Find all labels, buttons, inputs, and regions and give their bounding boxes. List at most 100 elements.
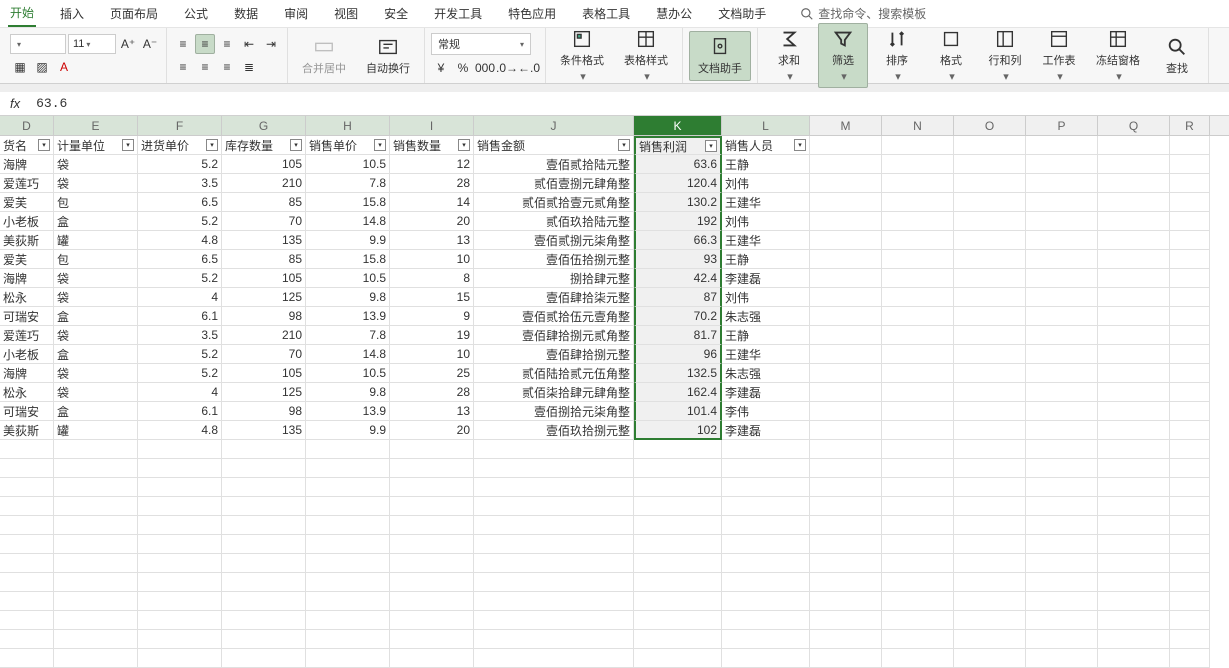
- cell-empty[interactable]: [222, 440, 306, 459]
- cell[interactable]: [1026, 383, 1098, 402]
- cell[interactable]: 壹佰贰拾伍元壹角整: [474, 307, 634, 326]
- cell[interactable]: [1026, 269, 1098, 288]
- cell[interactable]: [954, 231, 1026, 250]
- cell[interactable]: 包: [54, 250, 138, 269]
- cell[interactable]: [810, 174, 882, 193]
- cell[interactable]: 20: [390, 212, 474, 231]
- header-cell-D[interactable]: 货名▾: [0, 136, 54, 155]
- spreadsheet-grid[interactable]: 货名▾计量单位▾进货单价▾库存数量▾销售单价▾销售数量▾销售金额▾销售利润▾销售…: [0, 136, 1229, 668]
- cell[interactable]: 101.4: [634, 402, 722, 421]
- column-header-E[interactable]: E: [54, 116, 138, 135]
- cell[interactable]: 爱莲巧: [0, 174, 54, 193]
- cell-empty[interactable]: [306, 516, 390, 535]
- cell[interactable]: 王静: [722, 250, 810, 269]
- cell[interactable]: 4: [138, 288, 222, 307]
- cell[interactable]: 10: [390, 250, 474, 269]
- cell[interactable]: 6.5: [138, 193, 222, 212]
- cell[interactable]: 9.9: [306, 231, 390, 250]
- cell-empty[interactable]: [1098, 611, 1170, 630]
- cell[interactable]: 小老板: [0, 345, 54, 364]
- cell-empty[interactable]: [138, 478, 222, 497]
- freeze-button[interactable]: 冻结窗格▾: [1088, 24, 1148, 87]
- cell-empty[interactable]: [390, 611, 474, 630]
- cell-empty[interactable]: [1098, 554, 1170, 573]
- cell-empty[interactable]: [474, 535, 634, 554]
- cell-empty[interactable]: [54, 478, 138, 497]
- cell[interactable]: 美荻斯: [0, 231, 54, 250]
- cell[interactable]: 5.2: [138, 212, 222, 231]
- cell-empty[interactable]: [0, 611, 54, 630]
- cell[interactable]: 5.2: [138, 269, 222, 288]
- cell-empty[interactable]: [954, 497, 1026, 516]
- cell-empty[interactable]: [722, 516, 810, 535]
- cell[interactable]: [1098, 212, 1170, 231]
- cell[interactable]: [810, 364, 882, 383]
- header-cell-J[interactable]: 销售金额▾: [474, 136, 634, 155]
- cell[interactable]: 87: [634, 288, 722, 307]
- align-top-icon[interactable]: ≡: [173, 34, 193, 54]
- cell[interactable]: 刘伟: [722, 212, 810, 231]
- cell[interactable]: 李建磊: [722, 269, 810, 288]
- cell-empty[interactable]: [1170, 497, 1210, 516]
- cell[interactable]: 105: [222, 269, 306, 288]
- cell[interactable]: [1026, 250, 1098, 269]
- cell[interactable]: [1170, 326, 1210, 345]
- cell[interactable]: 102: [634, 421, 722, 440]
- cell[interactable]: [810, 421, 882, 440]
- cell[interactable]: 10: [390, 345, 474, 364]
- cell[interactable]: 壹佰玖拾捌元整: [474, 421, 634, 440]
- cell[interactable]: 王建华: [722, 345, 810, 364]
- cell[interactable]: [1098, 193, 1170, 212]
- header-cell-H[interactable]: 销售单价▾: [306, 136, 390, 155]
- tab-view[interactable]: 视图: [332, 1, 360, 26]
- cell[interactable]: [882, 421, 954, 440]
- cell-empty[interactable]: [390, 516, 474, 535]
- cell[interactable]: 美荻斯: [0, 421, 54, 440]
- decrease-font-icon[interactable]: A⁻: [140, 34, 160, 54]
- cell-empty[interactable]: [138, 497, 222, 516]
- cell[interactable]: [1170, 288, 1210, 307]
- cell-empty[interactable]: [138, 440, 222, 459]
- cell[interactable]: 192: [634, 212, 722, 231]
- cell[interactable]: 7.8: [306, 326, 390, 345]
- cell-empty[interactable]: [634, 478, 722, 497]
- cell-empty[interactable]: [634, 440, 722, 459]
- cell[interactable]: 刘伟: [722, 288, 810, 307]
- cell-empty[interactable]: [222, 535, 306, 554]
- cell-empty[interactable]: [0, 535, 54, 554]
- cell-empty[interactable]: [1026, 497, 1098, 516]
- cell[interactable]: 4: [138, 383, 222, 402]
- cell[interactable]: 135: [222, 231, 306, 250]
- cell[interactable]: [1098, 231, 1170, 250]
- format-button[interactable]: 格式▾: [926, 24, 976, 87]
- cell[interactable]: [1170, 212, 1210, 231]
- filter-button-K[interactable]: ▾: [705, 140, 717, 152]
- comma-icon[interactable]: 000: [475, 58, 495, 78]
- cell-empty[interactable]: [138, 630, 222, 649]
- cell[interactable]: 63.6: [634, 155, 722, 174]
- font-size-box[interactable]: 11▾: [68, 34, 116, 54]
- cell-empty[interactable]: [306, 440, 390, 459]
- cell-empty[interactable]: [810, 478, 882, 497]
- tab-security[interactable]: 安全: [382, 1, 410, 26]
- cell[interactable]: 刘伟: [722, 174, 810, 193]
- cell[interactable]: 8: [390, 269, 474, 288]
- cell[interactable]: 98: [222, 402, 306, 421]
- cell-empty[interactable]: [390, 592, 474, 611]
- cell-empty[interactable]: [954, 516, 1026, 535]
- cell-empty[interactable]: [474, 459, 634, 478]
- cell[interactable]: 包: [54, 193, 138, 212]
- cell-empty[interactable]: [722, 630, 810, 649]
- cell-empty[interactable]: [634, 573, 722, 592]
- cell[interactable]: [1098, 269, 1170, 288]
- cell[interactable]: 98: [222, 307, 306, 326]
- cell-empty[interactable]: [1026, 478, 1098, 497]
- cell-empty[interactable]: [810, 459, 882, 478]
- cell[interactable]: [882, 155, 954, 174]
- increase-font-icon[interactable]: A⁺: [118, 34, 138, 54]
- cell[interactable]: 96: [634, 345, 722, 364]
- worksheet-button[interactable]: 工作表▾: [1034, 24, 1084, 87]
- cell[interactable]: [1170, 269, 1210, 288]
- cell-empty[interactable]: [882, 611, 954, 630]
- header-cell-O[interactable]: [954, 136, 1026, 155]
